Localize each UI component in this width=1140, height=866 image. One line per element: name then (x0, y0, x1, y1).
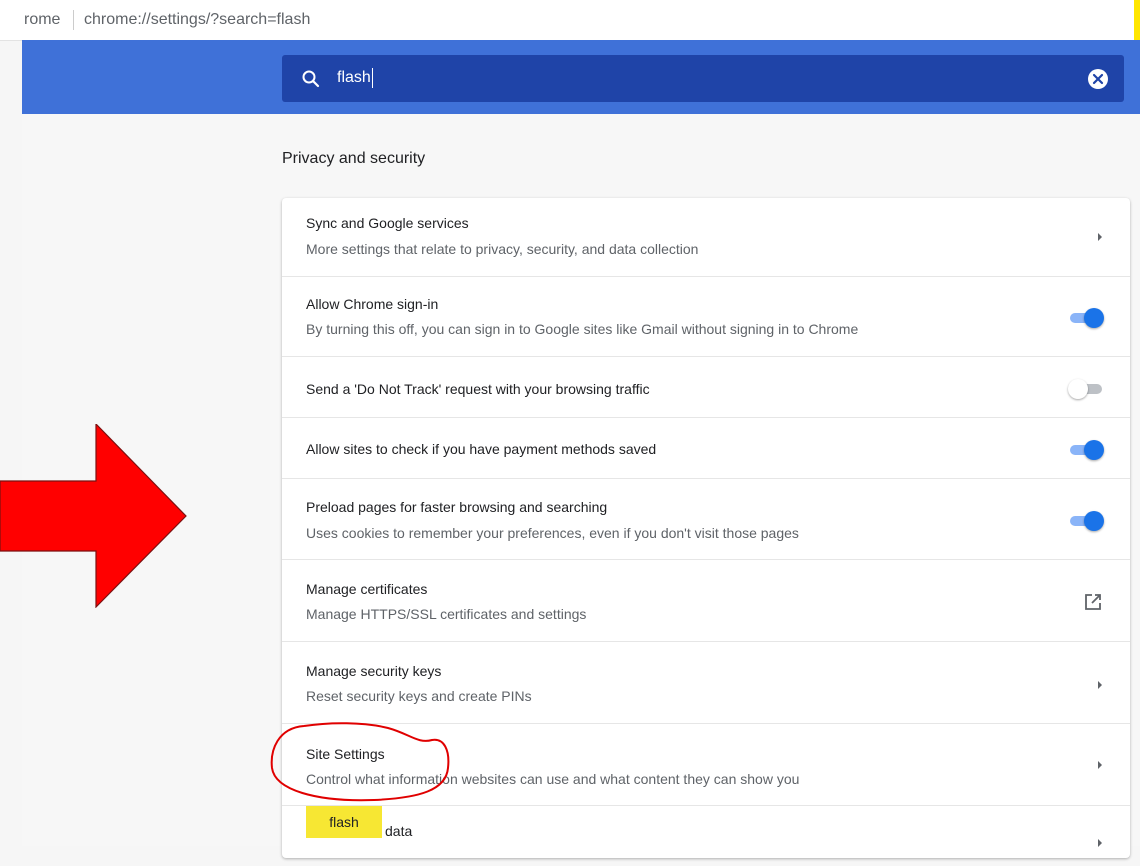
search-input[interactable]: flash (337, 68, 373, 88)
chevron-right-icon[interactable] (1098, 233, 1102, 241)
address-divider (73, 10, 74, 30)
row-title: Sync and Google services (306, 215, 469, 231)
settings-search-box[interactable]: flash (282, 55, 1124, 102)
section-title: Privacy and security (282, 150, 426, 167)
search-match-highlight: flash (306, 806, 382, 838)
chevron-right-icon[interactable] (1098, 681, 1102, 689)
do-not-track-toggle[interactable] (1068, 378, 1104, 399)
row-payment-methods: Allow sites to check if you have payment… (282, 417, 1130, 479)
red-annotation-arrow (0, 424, 187, 608)
sign-in-toggle[interactable] (1068, 307, 1104, 328)
address-bar[interactable]: rome chrome://settings/?search=flash (0, 0, 1140, 41)
row-title: Manage certificates (306, 581, 428, 597)
external-link-icon[interactable] (1084, 593, 1102, 611)
text-cursor (371, 68, 373, 88)
row-preload-pages: Preload pages for faster browsing and se… (282, 478, 1130, 560)
row-allow-chrome-sign-in: Allow Chrome sign-in By turning this off… (282, 276, 1130, 357)
row-sync-google-services[interactable]: Sync and Google services More settings t… (282, 198, 1130, 276)
row-title: Allow sites to check if you have payment… (306, 441, 657, 457)
search-value: flash (337, 69, 371, 87)
chevron-right-icon[interactable] (1098, 761, 1102, 769)
toggle-knob (1084, 440, 1104, 460)
row-subtitle: Manage HTTPS/SSL certificates and settin… (306, 606, 587, 622)
row-do-not-track: Send a 'Do Not Track' request with your … (282, 356, 1130, 418)
row-title: Manage security keys (306, 663, 442, 679)
row-manage-certificates[interactable]: Manage certificates Manage HTTPS/SSL cer… (282, 559, 1130, 642)
search-icon (301, 69, 321, 89)
row-manage-security-keys[interactable]: Manage security keys Reset security keys… (282, 641, 1130, 724)
tab-title-fragment: rome (24, 11, 61, 28)
row-title: Preload pages for faster browsing and se… (306, 499, 608, 515)
row-subtitle: Uses cookies to remember your preference… (306, 525, 799, 541)
toggle-knob (1068, 379, 1088, 399)
clear-search-icon[interactable] (1088, 69, 1108, 89)
row-title: Send a 'Do Not Track' request with your … (306, 381, 650, 397)
url-text[interactable]: chrome://settings/?search=flash (84, 11, 310, 29)
row-subtitle: By turning this off, you can sign in to … (306, 321, 859, 337)
toggle-knob (1084, 308, 1104, 328)
red-annotation-circle (270, 722, 450, 802)
row-subtitle: More settings that relate to privacy, se… (306, 241, 699, 257)
row-title: Allow Chrome sign-in (306, 296, 439, 312)
toggle-knob (1084, 511, 1104, 531)
payment-methods-toggle[interactable] (1068, 439, 1104, 460)
preload-pages-toggle[interactable] (1068, 510, 1104, 531)
partial-row-text: data (385, 823, 413, 839)
row-subtitle: Reset security keys and create PINs (306, 688, 532, 704)
